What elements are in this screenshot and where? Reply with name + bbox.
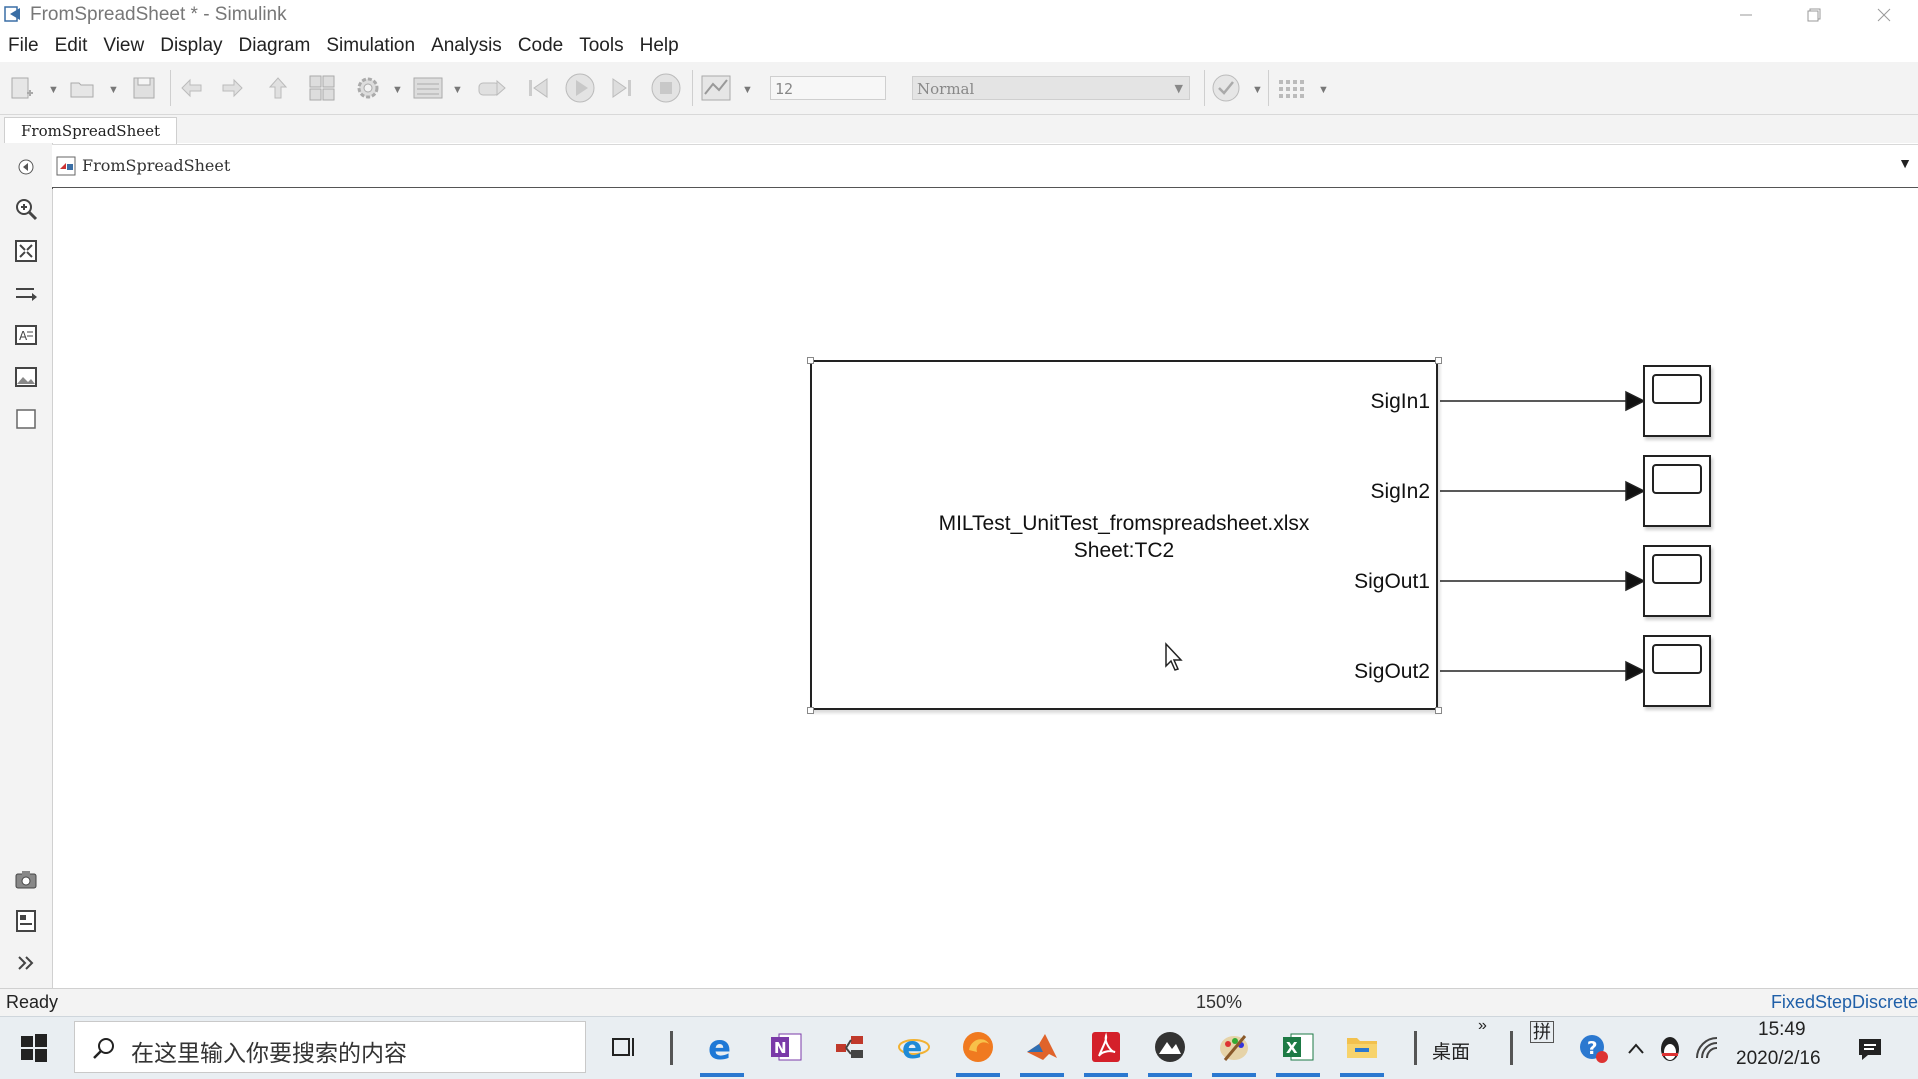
svg-text:N: N (774, 1039, 787, 1057)
desktop-toolbar-label[interactable]: 桌面 (1432, 1037, 1470, 1064)
scope-block-2[interactable] (1643, 455, 1711, 527)
port-label-sigin2: SigIn2 (1370, 480, 1430, 503)
double-chevron-icon[interactable]: » (1478, 1017, 1487, 1035)
help-alert-icon[interactable]: ? (1576, 1031, 1612, 1067)
active-app-indicator (1276, 1073, 1320, 1077)
selection-handle-bottom-right[interactable] (1435, 707, 1442, 714)
chevron-up-icon[interactable] (1618, 1031, 1654, 1067)
signal-arrow-3 (1625, 570, 1646, 592)
scope-screen-icon (1652, 554, 1702, 584)
scope-screen-icon (1652, 644, 1702, 674)
wifi-network-icon[interactable] (1690, 1031, 1726, 1067)
signal-arrow-4 (1625, 660, 1646, 682)
acrobat-pdf-icon[interactable] (1088, 1029, 1124, 1065)
mouse-cursor-icon (1165, 642, 1183, 671)
zoom-level: 150% (1196, 992, 1243, 1012)
onenote-icon[interactable]: N (768, 1029, 804, 1065)
file-explorer-icon[interactable] (1344, 1029, 1380, 1065)
active-app-indicator (1020, 1073, 1064, 1077)
edge-browser-icon[interactable]: e (704, 1029, 740, 1065)
port-label-sigin1: SigIn1 (1370, 390, 1430, 413)
clock-time[interactable]: 15:49 (1758, 1019, 1806, 1041)
taskbar-search-input[interactable]: 在这里输入你要搜索的内容 (74, 1021, 586, 1073)
excel-icon[interactable]: X (1280, 1029, 1316, 1065)
ime-mode-indicator[interactable]: 拼 (1530, 1021, 1554, 1043)
taskbar-divider (1414, 1031, 1417, 1065)
scope-screen-icon (1652, 464, 1702, 494)
block-filename-label: MILTest_UnitTest_fromspreadsheet.xlsx (938, 512, 1310, 535)
taskbar-divider (1510, 1031, 1513, 1065)
signal-arrow-2 (1625, 480, 1646, 502)
selection-handle-top-right[interactable] (1435, 357, 1442, 364)
svg-text:e: e (708, 1030, 731, 1064)
search-placeholder: 在这里输入你要搜索的内容 (131, 1040, 407, 1066)
active-app-indicator (1084, 1073, 1128, 1077)
scope-block-3[interactable] (1643, 545, 1711, 617)
active-app-indicator (1212, 1073, 1256, 1077)
port-label-sigout1: SigOut1 (1354, 570, 1430, 593)
block-sheet-label: Sheet:TC2 (1073, 539, 1175, 562)
status-ready: Ready (6, 992, 59, 1012)
windows-start-icon[interactable] (16, 1030, 52, 1066)
port-label-sigout2: SigOut2 (1354, 660, 1430, 683)
active-app-indicator (956, 1073, 1000, 1077)
action-center-icon[interactable] (1852, 1031, 1888, 1067)
paint-tool-icon[interactable] (1216, 1029, 1252, 1065)
active-app-indicator (1148, 1073, 1192, 1077)
scope-block-4[interactable] (1643, 635, 1711, 707)
network-tool-icon[interactable] (832, 1029, 868, 1065)
cloud-app-icon[interactable] (1152, 1029, 1188, 1065)
svg-text:?: ? (1587, 1038, 1597, 1059)
internet-explorer-icon[interactable]: e (896, 1029, 932, 1065)
firefox-browser-icon[interactable] (960, 1029, 996, 1065)
active-app-indicator (700, 1073, 744, 1077)
scope-screen-icon (1652, 374, 1702, 404)
search-icon (93, 1038, 114, 1059)
selection-handle-bottom-left[interactable] (807, 707, 814, 714)
svg-text:e: e (902, 1031, 922, 1064)
svg-text:X: X (1286, 1039, 1298, 1057)
signal-arrow-1 (1625, 390, 1646, 412)
taskbar: 在这里输入你要搜索的内容 e N e X 桌面 » 拼 ? 15:49 2020… (0, 1016, 1918, 1079)
scope-block-1[interactable] (1643, 365, 1711, 437)
qq-penguin-icon[interactable] (1652, 1031, 1688, 1067)
selection-handle-top-left[interactable] (807, 357, 814, 364)
clock-date[interactable]: 2020/2/16 (1736, 1048, 1821, 1070)
task-view-icon[interactable] (606, 1029, 642, 1065)
matlab-icon[interactable] (1024, 1029, 1060, 1065)
solver-name[interactable]: FixedStepDiscrete (1771, 992, 1918, 1013)
from-spreadsheet-block[interactable]: MILTest_UnitTest_fromspreadsheet.xlsx Sh… (810, 360, 1438, 710)
taskbar-divider (670, 1031, 673, 1065)
status-bar: Ready 150% FixedStepDiscrete (0, 988, 1918, 1017)
active-app-indicator (1340, 1073, 1384, 1077)
